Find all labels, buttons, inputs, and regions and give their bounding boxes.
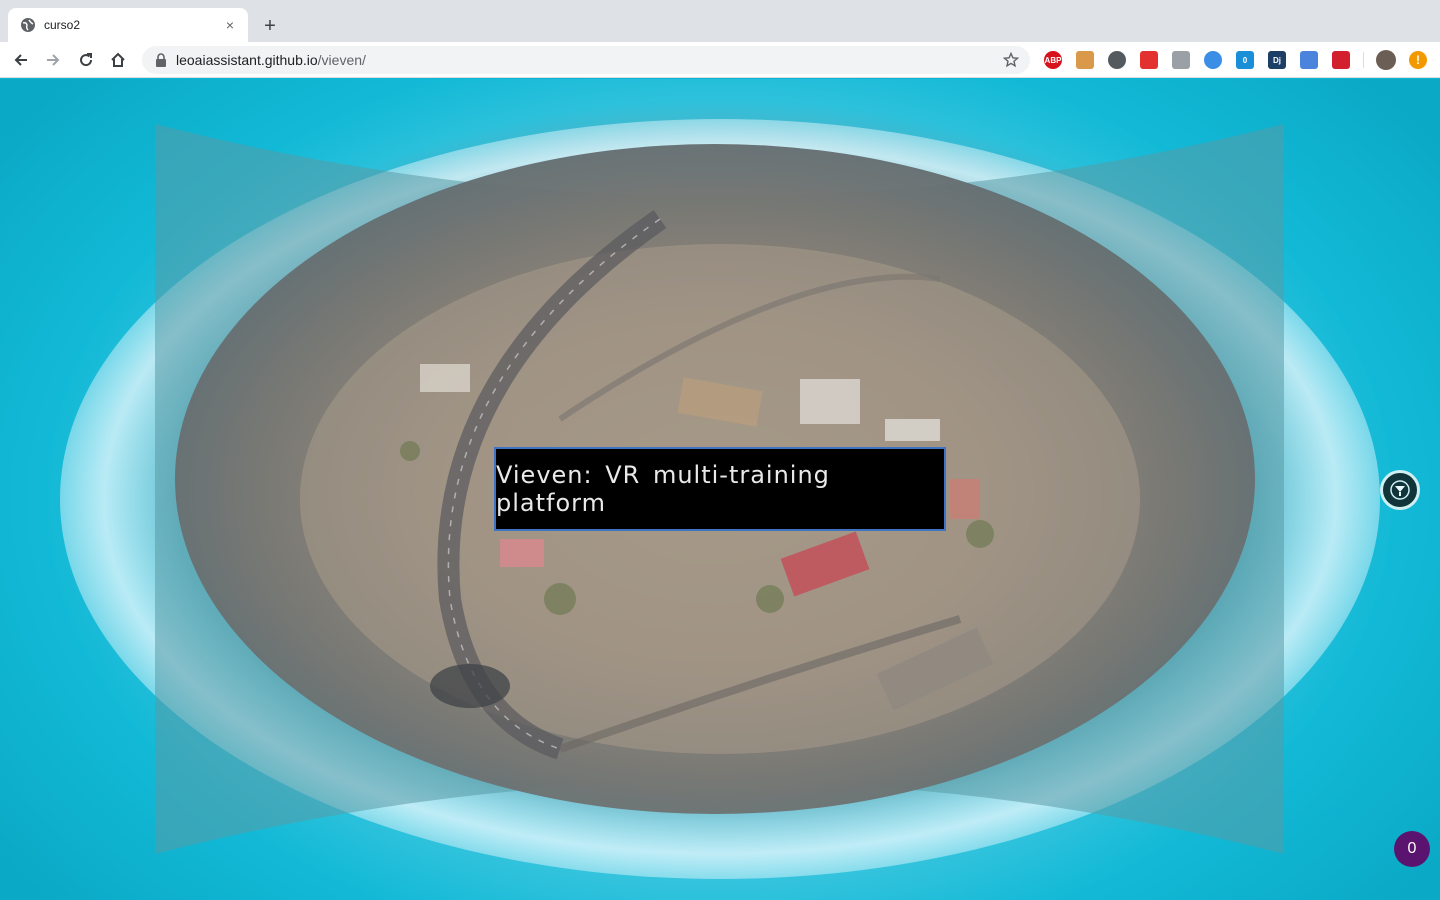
profile-avatar[interactable] bbox=[1376, 50, 1396, 70]
bookmark-star-icon[interactable] bbox=[1002, 51, 1020, 69]
shield-ext-icon[interactable]: 0 bbox=[1236, 51, 1254, 69]
forward-button[interactable] bbox=[41, 48, 65, 72]
adblock-plus-icon[interactable]: ABP bbox=[1044, 51, 1062, 69]
compass-button[interactable] bbox=[1380, 470, 1420, 510]
circle-ext-icon[interactable] bbox=[1108, 51, 1126, 69]
title-banner-text: Vieven: VR multi-training platform bbox=[496, 461, 830, 517]
dj-ext-icon[interactable]: Dj bbox=[1268, 51, 1286, 69]
outline-ext-icon[interactable] bbox=[1300, 51, 1318, 69]
new-tab-button[interactable]: + bbox=[258, 14, 282, 38]
back-arrow-icon bbox=[14, 54, 27, 66]
cookie-icon[interactable] bbox=[1076, 51, 1094, 69]
url-text: leoaiassistant.github.io/vieven/ bbox=[176, 52, 1002, 68]
url-domain: leoaiassistant.github.io bbox=[176, 52, 318, 68]
url-path: /vieven/ bbox=[317, 52, 366, 68]
title-banner: Vieven: VR multi-training platform bbox=[494, 447, 946, 531]
tab-curso2[interactable]: curso2 × bbox=[8, 8, 248, 42]
red-play-ext-icon[interactable] bbox=[1332, 51, 1350, 69]
address-bar[interactable]: leoaiassistant.github.io/vieven/ bbox=[142, 46, 1030, 74]
brush-ext-icon[interactable] bbox=[1172, 51, 1190, 69]
vr-scene[interactable]: Vieven: VR multi-training platform 0 bbox=[0, 79, 1440, 900]
red-arrow-ext-icon[interactable] bbox=[1140, 51, 1158, 69]
forward-arrow-icon bbox=[47, 54, 60, 66]
home-icon bbox=[111, 52, 125, 67]
browser-toolbar: leoaiassistant.github.io/vieven/ ABP 0 Dj … bbox=[0, 42, 1440, 78]
pulse-ext-icon[interactable] bbox=[1204, 51, 1222, 69]
reload-icon bbox=[80, 53, 93, 67]
close-icon[interactable]: × bbox=[222, 17, 238, 33]
tab-title: curso2 bbox=[44, 18, 81, 32]
home-button[interactable] bbox=[106, 48, 130, 72]
counter-badge[interactable]: 0 bbox=[1394, 831, 1430, 867]
globe-icon bbox=[20, 17, 36, 33]
back-button[interactable] bbox=[9, 48, 33, 72]
toolbar-divider bbox=[1363, 52, 1364, 68]
lock-icon bbox=[154, 53, 168, 67]
compass-icon bbox=[1390, 480, 1410, 500]
tab-strip: curso2 × + bbox=[0, 0, 1440, 42]
reload-button[interactable] bbox=[74, 48, 98, 72]
alert-icon[interactable]: ! bbox=[1409, 51, 1427, 69]
